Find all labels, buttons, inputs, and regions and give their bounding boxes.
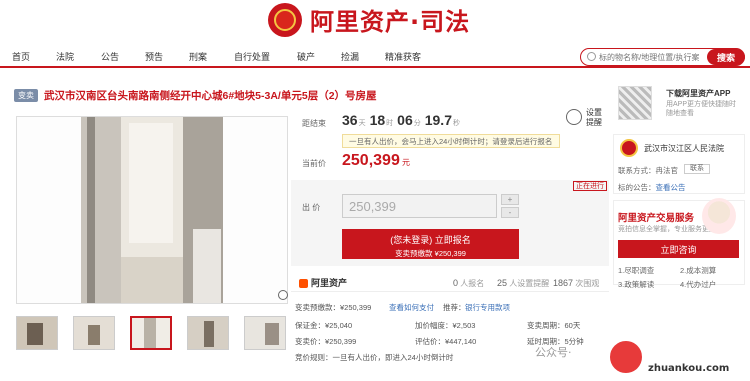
sale-type-badge: 变卖 [14,88,38,102]
set-reminder-link[interactable]: 设置提醒 [586,108,608,128]
signup-button[interactable]: (您未登录) 立即报名 变卖预缴款 ¥250,399 [342,229,519,259]
nav-item-bankruptcy[interactable]: 破产 [297,50,315,63]
period-row: 变卖周期：60天 [527,321,581,330]
nav-item-leads[interactable]: 精准获客 [385,50,421,63]
header: 阿里资产·司法 [0,0,750,44]
current-price-label: 当前价 [302,159,326,168]
search-button[interactable]: 搜索 [707,49,745,65]
app-download-subtitle: 用APP更方便快捷随时随地查看 [666,101,737,117]
nav-item-preview[interactable]: 预告 [145,50,163,63]
status-badge: 正在进行 [573,181,607,191]
payment-help-link[interactable]: 查看如何支付 [389,302,434,313]
increase-bid-button[interactable]: + [501,194,519,205]
room-photo-image [17,117,287,303]
app-qr-code[interactable] [618,86,652,120]
thumbnail[interactable] [16,316,58,350]
countdown-days: 36 [342,112,358,128]
countdown-label: 距结束 [302,119,326,128]
countdown-timer: 36 天 18 时 06 分 19.7 秒 [342,112,460,128]
service-item[interactable]: 2.成本测算 [680,265,716,276]
bid-amount-field[interactable]: 250,399 [342,194,497,218]
current-price: 250,399 [342,152,400,169]
wechat-watermark: 公众号· [535,346,572,359]
service-item[interactable]: 3.政策解读 [618,279,654,290]
search-input[interactable] [599,52,699,63]
thumbnail[interactable] [244,316,286,350]
nav-item-home[interactable]: 首页 [12,50,30,63]
thumbnail-active[interactable] [130,316,172,350]
nav-item-self-disposal[interactable]: 自行处置 [234,50,270,63]
service-item[interactable]: 1.尽职调查 [618,265,654,276]
stats-bar: 阿里资产 0 人报名 25 人设置提醒 1867 次围观 [291,272,609,292]
nav-item-criminal[interactable]: 刑案 [189,50,207,63]
nav-item-notice[interactable]: 公告 [101,50,119,63]
sale-price-row: 变卖价：¥250,399 [295,337,357,346]
thumbnail[interactable] [73,316,115,350]
main-photo[interactable] [16,116,288,304]
signup-count: 0 人报名 [453,278,485,288]
brand-watermark-url: zhuankou.com [648,363,730,374]
logo-text: 阿里资产·司法 [310,8,471,36]
signup-deposit-label: 变卖预缴款 ¥250,399 [395,249,466,258]
view-notice-link[interactable]: 查看公告 [656,183,686,192]
ali-logo-icon [299,279,308,289]
price-unit: 元 [402,158,410,167]
decrease-bid-button[interactable]: - [501,207,519,218]
deposit-row: 变卖预缴款：¥250,399 [295,303,372,312]
increment-row: 加价幅度：¥2,503 [415,321,476,330]
brand-watermark: 沌口之声 zhuankou.com [608,337,748,379]
contact-row: 联系方式：冉法官 [618,166,678,175]
brand-watermark-text: 沌口之声 [644,341,725,366]
item-title-row: 变卖 武汉市汉南区台头南路南侧经开中心城6#地块5-3A/单元5层（2）号房屋 [10,86,610,104]
owner-row: 标的公告：查看公告 [618,183,686,192]
photo-thumbnails [16,316,288,352]
alarm-clock-icon[interactable] [566,109,582,125]
nav-item-court[interactable]: 法院 [56,50,74,63]
court-emblem-icon [620,139,638,157]
assess-price-row: 评估价：¥447,140 [415,337,477,346]
countdown-minutes: 06 [397,112,413,128]
court-name[interactable]: 武汉市汉江区人民法院 [644,143,724,154]
view-count: 1867 次围观 [553,278,600,288]
countdown-seconds: 19.7 [424,112,452,128]
bid-notice: 一旦有人出价，会马上进入24小时倒计时；请登录后进行报名 [342,134,560,148]
ali-assets-logo: 阿里资产 [299,276,347,289]
nav-item-bargain[interactable]: 捡漏 [341,50,359,63]
search-icon [587,52,596,61]
court-emblem-icon [268,2,302,37]
search-box: 搜索 [580,48,745,66]
site-logo[interactable]: 阿里资产·司法 [268,2,470,37]
service-item[interactable]: 4.代办过户 [680,279,716,290]
bid-rule-row: 竞价规则：一旦有人出价，即进入24小时倒计时 [295,353,454,362]
service-title: 阿里资产交易服务 [618,213,695,224]
service-avatar [702,198,736,234]
zoom-icon[interactable] [278,290,288,300]
item-title: 武汉市汉南区台头南路南侧经开中心城6#地块5-3A/单元5层（2）号房屋 [44,89,377,102]
bid-label: 出 价 [302,203,321,212]
signup-button-label: (您未登录) 立即报名 [390,235,471,245]
thumbnail[interactable] [187,316,229,350]
guarantee-row: 保证金：¥25,040 [295,321,353,330]
brand-watermark-icon [608,339,644,375]
bid-stepper: + - [501,194,519,218]
app-download-title[interactable]: 下载阿里资产APP [666,88,730,99]
consult-button[interactable]: 立即咨询 [618,240,739,258]
reminder-count: 25 人设置提醒 [497,278,550,288]
countdown-hours: 18 [369,112,386,128]
contact-button[interactable]: 联系 [684,164,710,174]
recommend-label: 推荐： [443,303,466,312]
bank-fund-link[interactable]: 银行专用款项 [465,302,510,313]
